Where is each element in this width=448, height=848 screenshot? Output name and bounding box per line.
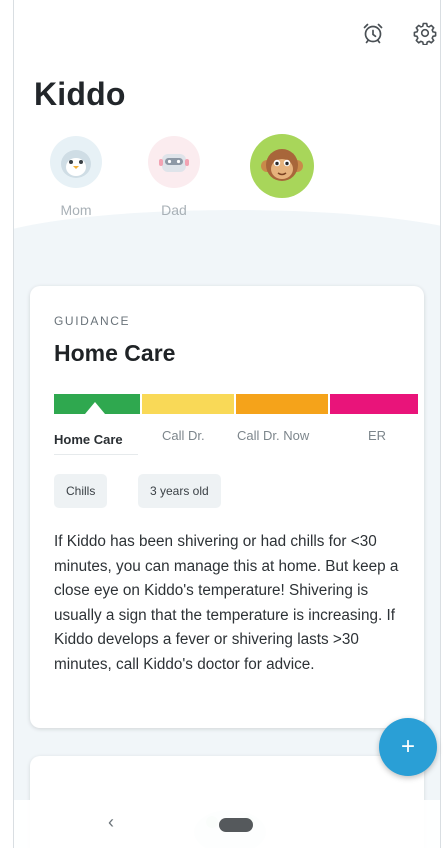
level-label-er: ER: [368, 428, 387, 443]
level-pointer: [85, 402, 105, 414]
card-eyebrow: GUIDANCE: [54, 314, 131, 328]
card-title: Home Care: [54, 340, 176, 366]
level-label-call-dr-now: Call Dr. Now: [237, 428, 310, 443]
gear-icon[interactable]: [410, 18, 440, 48]
profile-label: Dad: [161, 202, 187, 218]
back-button[interactable]: ‹: [108, 812, 114, 833]
robot-avatar-icon: [148, 136, 200, 188]
home-button[interactable]: [219, 818, 253, 832]
add-button[interactable]: +: [379, 718, 437, 776]
tag-chip: Chills: [54, 474, 108, 508]
level-label-home-care: Home Care: [54, 432, 123, 447]
profile-kiddo[interactable]: [246, 134, 318, 198]
level-bar-er: [330, 394, 418, 414]
level-label-call-dr: Call Dr.: [162, 428, 205, 443]
guidance-card: GUIDANCE Home Care Home Care Call Dr. Ca…: [30, 286, 424, 728]
tag-chip: 3 years old: [138, 474, 221, 508]
level-bar-call-dr-now: [236, 394, 328, 414]
profile-label: Mom: [60, 202, 92, 218]
page-title: Kiddo: [34, 76, 126, 112]
header-wave: [14, 210, 440, 290]
profile-dad[interactable]: Dad: [138, 136, 210, 218]
profile-mom[interactable]: Mom: [40, 136, 112, 218]
guidance-text: If Kiddo has been shivering or had chill…: [54, 533, 399, 673]
monkey-avatar-icon: [250, 134, 314, 198]
level-underline: [54, 454, 138, 455]
app-screen: Kiddo Mom Dad GUIDANCE Home Care Home Ca…: [13, 0, 441, 848]
alarm-clock-icon[interactable]: [358, 18, 388, 48]
penguin-avatar-icon: [50, 136, 102, 188]
level-bar-call-dr: [142, 394, 234, 414]
